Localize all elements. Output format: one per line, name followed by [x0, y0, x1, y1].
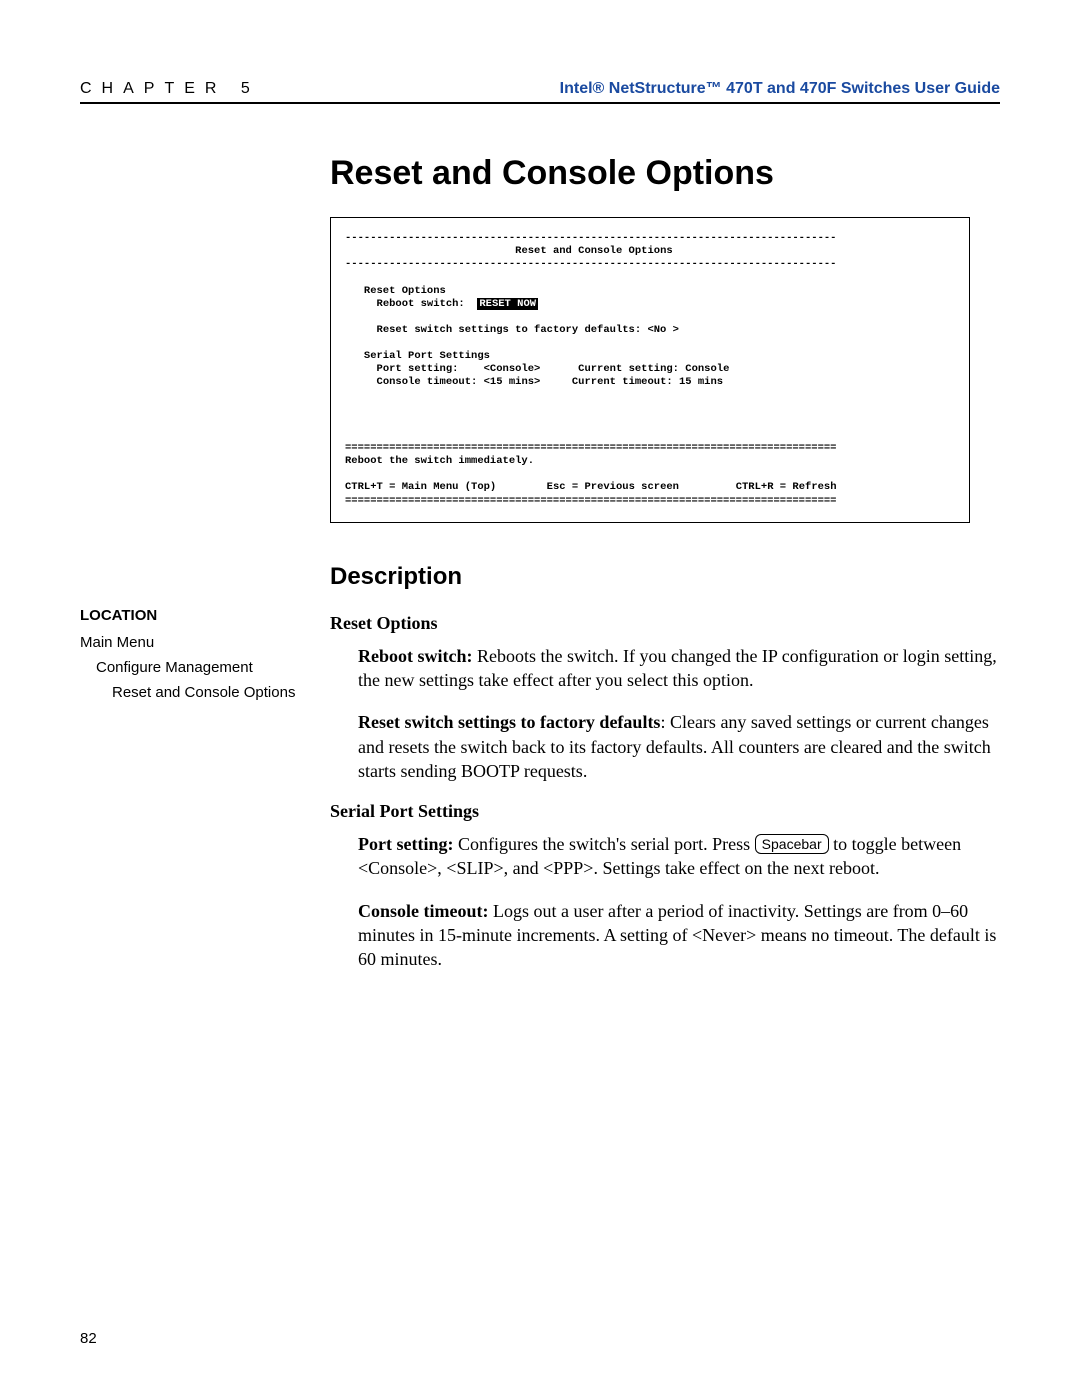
port-paragraph: Port setting: Configures the switch's se… [358, 832, 1000, 881]
term-reset-options: Reset Options [364, 285, 446, 297]
reboot-bold: Reboot switch: [358, 646, 473, 666]
terminal-screenshot: ----------------------------------------… [330, 217, 970, 523]
term-timeout-setting: Console timeout: <15 mins> [377, 376, 541, 388]
port-text1: Configures the switch's serial port. Pre… [453, 834, 754, 854]
term-serial-head: Serial Port Settings [364, 350, 490, 362]
term-nav1: CTRL+T = Main Menu (Top) [345, 481, 496, 493]
factory-bold: Reset switch settings to factory default… [358, 712, 660, 732]
timeout-bold: Console timeout: [358, 901, 488, 921]
location-level3: Reset and Console Options [112, 684, 330, 701]
term-reboot-value: RESET NOW [477, 298, 538, 310]
page-title: Reset and Console Options [330, 154, 1000, 193]
port-bold: Port setting: [358, 834, 453, 854]
chapter-label: CHAPTER 5 [80, 80, 260, 98]
term-reset-factory: Reset switch settings to factory default… [377, 324, 679, 336]
serial-heading: Serial Port Settings [330, 801, 1000, 822]
spacebar-keycap: Spacebar [755, 834, 829, 854]
description-body: Description Reset Options Reboot switch:… [330, 563, 1000, 990]
term-nav3: CTRL+R = Refresh [736, 481, 837, 493]
location-level2: Configure Management [96, 659, 330, 676]
term-reboot-label: Reboot switch: [377, 298, 465, 310]
reset-options-heading: Reset Options [330, 613, 1000, 634]
timeout-paragraph: Console timeout: Logs out a user after a… [358, 899, 1000, 972]
page-number: 82 [80, 1330, 97, 1347]
guide-title: Intel® NetStructure™ 470T and 470F Switc… [560, 80, 1000, 98]
term-timeout-current: Current timeout: 15 mins [572, 376, 723, 388]
location-heading: LOCATION [80, 607, 330, 624]
factory-paragraph: Reset switch settings to factory default… [358, 710, 1000, 783]
description-heading: Description [330, 563, 1000, 591]
location-sidebar: LOCATION Main Menu Configure Management … [80, 563, 330, 990]
term-port-setting: Port setting: <Console> [377, 363, 541, 375]
term-port-current: Current setting: Console [578, 363, 729, 375]
term-title: Reset and Console Options [515, 245, 673, 257]
term-help: Reboot the switch immediately. [345, 455, 534, 467]
running-header: CHAPTER 5 Intel® NetStructure™ 470T and … [80, 80, 1000, 104]
term-nav2: Esc = Previous screen [547, 481, 679, 493]
reboot-paragraph: Reboot switch: Reboots the switch. If yo… [358, 644, 1000, 693]
location-level1: Main Menu [80, 634, 330, 651]
